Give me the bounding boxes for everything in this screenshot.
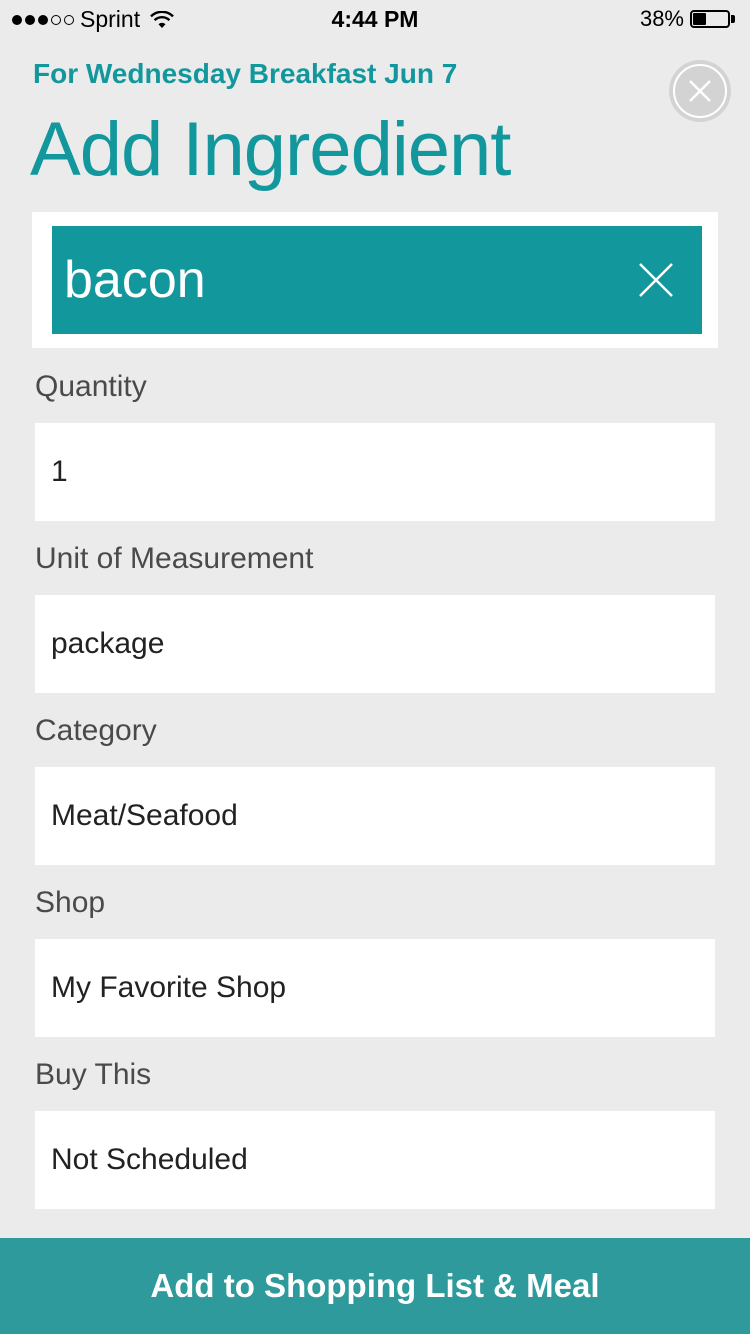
close-x-icon (689, 80, 711, 102)
close-button[interactable] (669, 60, 731, 122)
shop-label: Shop (35, 886, 106, 919)
add-to-shopping-list-button[interactable]: Add to Shopping List & Meal (0, 1238, 750, 1334)
clear-x-icon (639, 263, 673, 297)
status-time: 4:44 PM (331, 6, 419, 32)
meal-subtitle: For Wednesday Breakfast Jun 7 (33, 58, 458, 89)
battery-percent: 38% (639, 6, 684, 31)
unit-label: Unit of Measurement (35, 542, 314, 575)
status-bar: Sprint 4:44 PM 38% (0, 0, 750, 40)
shop-field[interactable]: My Favorite Shop (35, 939, 715, 1037)
battery-cap (731, 15, 735, 23)
ingredient-search-container (32, 212, 718, 348)
close-circle-icon (673, 64, 727, 118)
quantity-label: Quantity (35, 370, 147, 403)
ingredient-search-field (52, 226, 702, 334)
buy-this-field[interactable]: Not Scheduled (35, 1111, 715, 1209)
quantity-field[interactable]: 1 (35, 423, 715, 521)
page-title: Add Ingredient (30, 107, 511, 192)
category-field[interactable]: Meat/Seafood (35, 767, 715, 865)
battery-icon (690, 9, 736, 29)
buy-this-label: Buy This (35, 1058, 152, 1091)
clear-search-button[interactable] (638, 262, 674, 298)
category-label: Category (35, 714, 157, 747)
battery-fill (693, 13, 706, 25)
status-right: 38% (640, 6, 736, 32)
unit-field[interactable]: package (35, 595, 715, 693)
ingredient-search-input[interactable] (64, 248, 614, 312)
